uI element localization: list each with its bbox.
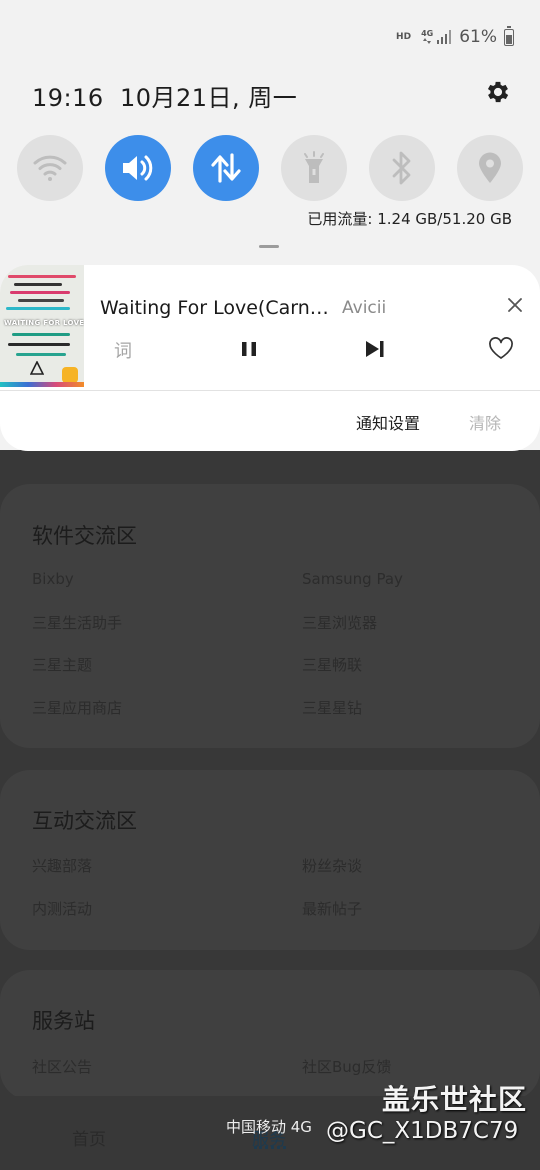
section-link[interactable]: 社区Bug反馈 — [302, 1056, 391, 1077]
art-strip — [0, 382, 84, 387]
flashlight-icon — [304, 151, 324, 183]
section-link[interactable]: 三星主题 — [32, 654, 92, 675]
skip-next-icon[interactable] — [362, 337, 388, 361]
section-link[interactable]: 最新帖子 — [302, 898, 362, 919]
song-title: Waiting For Love(Carnage Remix) — [100, 297, 332, 319]
art-stroke — [6, 307, 70, 310]
section-link[interactable]: Bixby — [32, 570, 74, 588]
section-link[interactable]: 三星浏览器 — [302, 612, 377, 633]
section-link[interactable]: 内测活动 — [32, 898, 92, 919]
network-indicator: 4G — [421, 30, 433, 44]
clock: 19:16 — [32, 84, 104, 112]
lyrics-button[interactable]: 词 — [114, 337, 132, 363]
art-stroke — [8, 343, 70, 346]
art-stroke — [10, 291, 70, 294]
album-art[interactable]: WAITING FOR LOVE — [0, 265, 84, 387]
data-arrows-icon — [211, 153, 241, 183]
nav-home[interactable]: 首页 — [72, 1125, 106, 1150]
notification-shade: HD 4G 61% 19:16 10月21日, 周一 已用流量: 1.24 GB… — [0, 0, 540, 451]
volume-icon — [123, 155, 153, 181]
pause-icon[interactable] — [237, 337, 261, 361]
art-stroke — [18, 299, 64, 302]
art-stroke — [16, 353, 66, 356]
art-stroke — [14, 283, 62, 286]
artist-logo-icon — [30, 361, 44, 375]
status-bar: HD 4G 61% — [396, 25, 514, 48]
notification-settings-button[interactable]: 通知设置 — [356, 410, 420, 434]
shade-handle[interactable] — [259, 245, 279, 248]
location-icon — [479, 152, 501, 183]
clear-button[interactable]: 清除 — [469, 410, 501, 434]
watermark-title: 盖乐世社区 — [382, 1083, 528, 1116]
section-title: 服务站 — [32, 1009, 95, 1033]
section-link[interactable]: 社区公告 — [32, 1056, 92, 1077]
album-caption: WAITING FOR LOVE — [4, 319, 84, 327]
section-link[interactable]: Samsung Pay — [302, 570, 403, 588]
bluetooth-toggle[interactable] — [369, 135, 435, 201]
media-notification[interactable]: WAITING FOR LOVE Waiting For Love(Carnag… — [0, 265, 540, 451]
divider — [0, 390, 540, 391]
close-icon[interactable] — [503, 293, 527, 317]
network-type-label: 4G — [421, 29, 434, 38]
section-link[interactable]: 兴趣部落 — [32, 855, 92, 876]
section-link[interactable]: 三星生活助手 — [32, 612, 122, 633]
battery-percent: 61% — [459, 27, 497, 47]
wifi-icon — [33, 155, 67, 181]
section-title: 互动交流区 — [32, 809, 137, 833]
data-activity-icon — [423, 38, 432, 44]
date: 10月21日, 周一 — [119, 84, 298, 112]
section-title: 软件交流区 — [32, 524, 137, 548]
sound-toggle[interactable] — [105, 135, 171, 201]
section-link[interactable]: 三星星钻 — [302, 697, 362, 718]
art-stroke — [12, 333, 70, 336]
section-link[interactable]: 粉丝杂谈 — [302, 855, 362, 876]
battery-icon — [504, 25, 514, 46]
mobile-data-toggle[interactable] — [193, 135, 259, 201]
art-stroke — [8, 275, 76, 278]
bluetooth-icon — [392, 151, 411, 185]
data-usage-label: 已用流量: 1.24 GB/51.20 GB — [307, 210, 512, 228]
gear-icon[interactable] — [484, 78, 512, 106]
wifi-toggle[interactable] — [17, 135, 83, 201]
carrier-label: 中国移动 4G — [226, 1118, 312, 1136]
watermark-handle: @GC_X1DB7C79 — [326, 1118, 519, 1144]
hd-indicator: HD — [396, 32, 412, 42]
location-toggle[interactable] — [457, 135, 523, 201]
signal-icon — [437, 30, 452, 44]
section-link[interactable]: 三星应用商店 — [32, 697, 122, 718]
nav-active-indicator — [254, 1146, 286, 1149]
date-time[interactable]: 19:16 10月21日, 周一 — [32, 78, 297, 113]
section-link[interactable]: 三星畅联 — [302, 654, 362, 675]
song-artist: Avicii — [342, 298, 387, 318]
app-badge-icon — [62, 367, 78, 383]
flashlight-toggle[interactable] — [281, 135, 347, 201]
heart-icon[interactable] — [488, 337, 514, 361]
